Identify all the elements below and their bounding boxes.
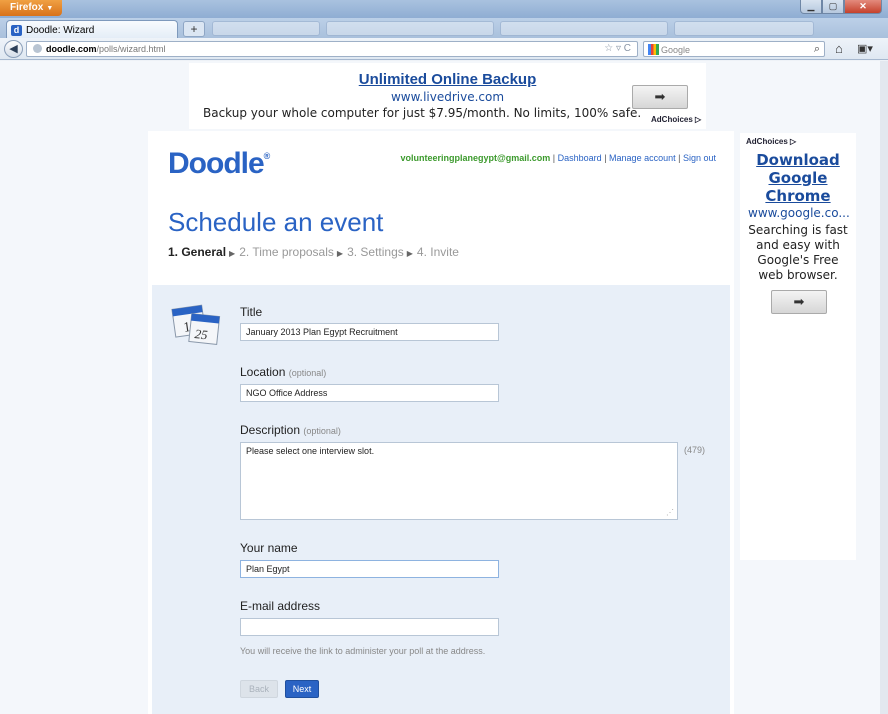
- description-char-count: (479): [684, 445, 706, 455]
- tab-doodle-wizard[interactable]: d Doodle: Wizard: [6, 20, 178, 38]
- adchoices-label: AdChoices: [746, 137, 788, 146]
- window-controls: ▁ ▢ ✕: [800, 0, 882, 14]
- separator: |: [678, 153, 681, 163]
- site-identity-icon: [33, 44, 42, 53]
- bookmark-star-icon[interactable]: ☆: [604, 43, 613, 54]
- side-banner-ad[interactable]: AdChoices ▷ Download Google Chrome www.g…: [740, 133, 856, 560]
- side-ad-title[interactable]: Download Google Chrome: [740, 151, 856, 205]
- dashboard-link[interactable]: Dashboard: [558, 153, 602, 163]
- page-scroll-edge: [880, 61, 888, 714]
- search-bar[interactable]: Google ⌕: [643, 41, 825, 57]
- adchoices-icon: ▷: [695, 115, 702, 124]
- name-input[interactable]: Plan Egypt: [240, 560, 499, 578]
- manage-account-link[interactable]: Manage account: [609, 153, 676, 163]
- adchoices-icon: ▷: [790, 137, 797, 146]
- back-button[interactable]: Back: [240, 680, 278, 698]
- doodle-logo[interactable]: Doodle®: [168, 147, 271, 181]
- step-arrow-icon: ▶: [229, 249, 236, 258]
- step-invite: 4. Invite: [416, 245, 459, 259]
- step-arrow-icon: ▶: [336, 249, 344, 258]
- side-ad-description: Searching is fast and easy with Google's…: [748, 223, 848, 282]
- top-ad-title[interactable]: Unlimited Online Backup: [189, 71, 706, 88]
- adchoices-label: AdChoices: [651, 115, 693, 124]
- side-ad-url[interactable]: www.google.co...: [748, 206, 850, 220]
- tab-strip: d Doodle: Wizard +: [0, 18, 888, 38]
- top-ad-arrow-button[interactable]: ➡: [632, 85, 688, 109]
- tab-background[interactable]: [326, 21, 494, 36]
- tab-title: Doodle: Wizard: [26, 25, 95, 36]
- title-input[interactable]: January 2013 Plan Egypt Recruitment: [240, 323, 499, 341]
- page-viewport: Unlimited Online Backup www.livedrive.co…: [0, 61, 888, 714]
- url-bar-icons: ☆ ▿ C: [604, 43, 631, 54]
- step-settings: 3. Settings: [347, 245, 404, 259]
- email-input[interactable]: [240, 618, 499, 636]
- location-label-text: Location: [240, 365, 286, 379]
- next-button[interactable]: Next: [285, 680, 319, 698]
- top-ad-description: Backup your whole computer for just $7.9…: [203, 106, 642, 120]
- firefox-menu-button[interactable]: Firefox ▼: [0, 0, 62, 16]
- description-label: Description (optional): [240, 423, 341, 437]
- location-optional-note: (optional): [288, 368, 327, 378]
- tab-background[interactable]: [500, 21, 668, 36]
- url-path: /polls/wizard.html: [96, 44, 166, 54]
- step-arrow-icon: ▶: [406, 249, 413, 258]
- step-time-proposals: 2. Time proposals: [239, 245, 334, 259]
- bookmarks-menu-icon[interactable]: ▣▾: [857, 42, 873, 55]
- registered-mark: ®: [263, 151, 271, 161]
- separator: |: [604, 153, 607, 163]
- search-icon[interactable]: ⌕: [814, 43, 820, 56]
- window-titlebar: Firefox ▼ ▁ ▢ ✕: [0, 0, 888, 18]
- resize-grip-icon[interactable]: ⋰: [666, 508, 674, 517]
- step-general: 1. General: [168, 245, 227, 259]
- email-label: E-mail address: [240, 599, 321, 613]
- firefox-menu-label: Firefox: [10, 2, 44, 13]
- general-form: 1 25 Title January 2013 Plan Egypt Recru…: [152, 285, 730, 714]
- url-domain: doodle.com: [46, 44, 97, 54]
- close-icon[interactable]: ✕: [844, 0, 882, 14]
- page-title: Schedule an event: [168, 207, 384, 237]
- sign-out-link[interactable]: Sign out: [683, 153, 716, 163]
- history-dropdown-icon[interactable]: ▿: [616, 43, 621, 54]
- back-arrow-icon[interactable]: ◀: [4, 40, 23, 58]
- chevron-down-icon: ▼: [46, 5, 54, 12]
- minimize-icon[interactable]: ▁: [800, 0, 822, 14]
- description-label-text: Description: [240, 423, 301, 437]
- logo-text: Doodle: [168, 147, 265, 180]
- tab-background[interactable]: [674, 21, 814, 36]
- side-ad-adchoices[interactable]: AdChoices ▷: [746, 137, 796, 146]
- top-ad-adchoices[interactable]: AdChoices ▷: [651, 115, 701, 124]
- location-label: Location (optional): [240, 365, 326, 379]
- location-input[interactable]: NGO Office Address: [240, 384, 499, 402]
- google-engine-icon[interactable]: [648, 44, 659, 55]
- account-email[interactable]: volunteeringplanegypt@gmail.com: [400, 153, 550, 163]
- account-links: volunteeringplanegypt@gmail.com | Dashbo…: [400, 153, 716, 163]
- description-textarea[interactable]: Please select one interview slot. ⋰: [240, 442, 678, 520]
- calendar-day-twentyfive: 25: [194, 326, 209, 342]
- tab-background[interactable]: [212, 21, 320, 36]
- side-ad-arrow-button[interactable]: ➡: [771, 290, 827, 314]
- title-label: Title: [240, 305, 263, 319]
- navigation-toolbar: ◀ doodle.com/polls/wizard.html ☆ ▿ C Goo…: [0, 38, 888, 60]
- search-placeholder: Google: [661, 45, 691, 55]
- new-tab-button[interactable]: +: [183, 21, 205, 37]
- doodle-favicon-icon: d: [11, 25, 22, 36]
- description-optional-note: (optional): [303, 426, 341, 436]
- calendar-icon: 1 25: [171, 304, 221, 345]
- description-text: Please select one interview slot.: [246, 446, 375, 456]
- top-ad-url[interactable]: www.livedrive.com: [189, 90, 706, 104]
- email-hint: You will receive the link to administer …: [240, 646, 486, 656]
- separator: |: [552, 153, 556, 163]
- wizard-steps: 1. General ▶ 2. Time proposals ▶ 3. Settings…: [168, 245, 459, 259]
- reload-icon[interactable]: C: [624, 43, 631, 54]
- doodle-page: Doodle® volunteeringplanegypt@gmail.com …: [148, 131, 734, 714]
- top-banner-ad[interactable]: Unlimited Online Backup www.livedrive.co…: [189, 63, 706, 129]
- url-bar[interactable]: doodle.com/polls/wizard.html ☆ ▿ C: [26, 41, 638, 57]
- maximize-icon[interactable]: ▢: [822, 0, 844, 14]
- home-icon[interactable]: ⌂: [835, 41, 843, 56]
- name-label: Your name: [240, 541, 298, 555]
